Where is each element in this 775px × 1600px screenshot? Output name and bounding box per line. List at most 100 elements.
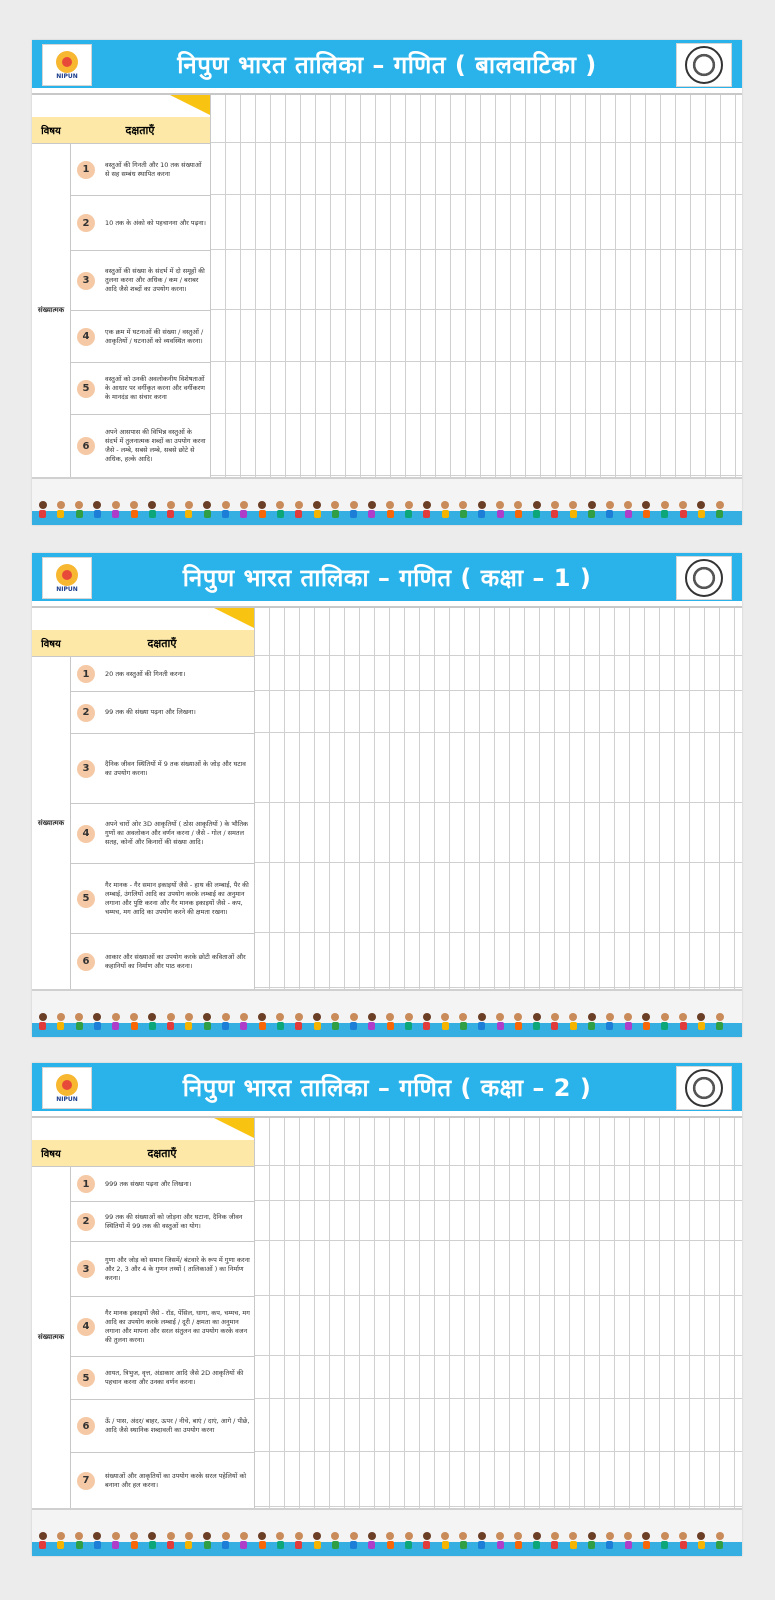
child-figure-icon bbox=[313, 501, 322, 519]
chart-sheet: NIPUN निपुण भारत तालिका – गणित ( कक्षा –… bbox=[32, 553, 742, 1037]
competency-row: 6 अपने आसपास की विभिन्न वस्तुओं के संदर्… bbox=[71, 415, 210, 477]
nipun-logo-icon: NIPUN bbox=[42, 44, 92, 86]
competency-text: दैनिक जीवन स्थितियों में 9 तक संख्याओं क… bbox=[105, 759, 246, 777]
child-figure-icon bbox=[386, 501, 395, 519]
child-figure-icon bbox=[313, 1532, 322, 1550]
child-figure-icon bbox=[276, 501, 285, 519]
row-number-badge: 2 bbox=[77, 703, 95, 722]
child-figure-icon bbox=[349, 1532, 358, 1550]
child-figure-icon bbox=[587, 501, 596, 519]
competency-text: गुणा और जोड़ को समान जिसमें/ बंटवारे के … bbox=[105, 1255, 250, 1282]
child-figure-icon bbox=[294, 1013, 303, 1031]
competency-text: अपने चारों ओर 3D आकृतियों ( ठोस आकृतियों… bbox=[105, 820, 249, 846]
sheet-header: NIPUN निपुण भारत तालिका – गणित ( बालवाटि… bbox=[32, 40, 742, 88]
child-figure-icon bbox=[514, 1532, 523, 1550]
corner-triangle-icon bbox=[32, 95, 210, 117]
competency-text: 99 तक की संख्या पढ़ना और लिखना। bbox=[105, 708, 196, 716]
child-figure-icon bbox=[166, 501, 175, 519]
competency-row: 4 अपने चारों ओर 3D आकृतियों ( ठोस आकृतिय… bbox=[71, 804, 254, 864]
subject-header: विषय bbox=[41, 126, 61, 137]
child-figure-icon bbox=[38, 1013, 47, 1031]
child-figure-icon bbox=[221, 1013, 230, 1031]
child-figure-icon bbox=[258, 1013, 267, 1031]
competency-row: 4 एक क्रम में घटनाओं की संख्या / वस्तुओं… bbox=[71, 311, 210, 363]
child-figure-icon bbox=[679, 1013, 688, 1031]
row-number-badge: 7 bbox=[77, 1471, 95, 1490]
child-figure-icon bbox=[679, 1532, 688, 1550]
child-figure-icon bbox=[679, 501, 688, 519]
row-number-badge: 2 bbox=[77, 1212, 95, 1231]
child-figure-icon bbox=[605, 1013, 614, 1031]
child-figure-icon bbox=[386, 1013, 395, 1031]
competency-table: विषय दक्षताएँ संख्यात्मक 1 वस्तुओं की गि… bbox=[32, 93, 742, 477]
chart-sheet: NIPUN निपुण भारत तालिका – गणित ( कक्षा –… bbox=[32, 1063, 742, 1556]
child-figure-icon bbox=[422, 1532, 431, 1550]
competency-row: 6 ऊँ / पास, अंदर/ बाहर, ऊपर / नीचे, बाएं… bbox=[71, 1400, 254, 1453]
child-figure-icon bbox=[148, 1532, 157, 1550]
row-number-badge: 6 bbox=[77, 1417, 95, 1435]
competency-row: 3 गुणा और जोड़ को समान जिसमें/ बंटवारे क… bbox=[71, 1242, 254, 1297]
competency-row: 1 20 तक वस्तुओं की गिनती करना। bbox=[71, 657, 254, 692]
corner-triangle-icon bbox=[32, 608, 254, 630]
child-figure-icon bbox=[514, 1013, 523, 1031]
competency-text: अपने आसपास की विभिन्न वस्तुओं के संदर्भ … bbox=[105, 428, 206, 463]
child-figure-icon bbox=[496, 501, 505, 519]
child-figure-icon bbox=[294, 501, 303, 519]
row-number-badge: 3 bbox=[77, 759, 95, 778]
table-header: विषय दक्षताएँ bbox=[32, 1140, 254, 1167]
child-figure-icon bbox=[715, 1013, 724, 1031]
child-figure-icon bbox=[184, 1532, 193, 1550]
nipun-logo-icon: NIPUN bbox=[42, 557, 92, 599]
child-figure-icon bbox=[367, 501, 376, 519]
child-figure-icon bbox=[441, 1532, 450, 1550]
logo-text: NIPUN bbox=[56, 72, 78, 80]
child-figure-icon bbox=[550, 1013, 559, 1031]
child-figure-icon bbox=[715, 1532, 724, 1550]
sheet-title: निपुण भारत तालिका – गणित ( बालवाटिका ) bbox=[177, 50, 597, 79]
subject-header: विषय bbox=[41, 1149, 61, 1160]
row-number-badge: 4 bbox=[77, 1317, 95, 1336]
competency-row: 2 99 तक की संख्या पढ़ना और लिखना। bbox=[71, 692, 254, 734]
child-figure-icon bbox=[258, 1532, 267, 1550]
child-figure-icon bbox=[93, 501, 102, 519]
child-figure-icon bbox=[166, 1013, 175, 1031]
child-figure-icon bbox=[477, 501, 486, 519]
child-figure-icon bbox=[75, 501, 84, 519]
sheet-title: निपुण भारत तालिका – गणित ( कक्षा – 2 ) bbox=[182, 1073, 592, 1102]
child-figure-icon bbox=[239, 1013, 248, 1031]
child-figure-icon bbox=[184, 1013, 193, 1031]
competency-row: 5 गैर मानक - गैर समान इकाइयों जैसे - हाथ… bbox=[71, 864, 254, 934]
child-figure-icon bbox=[331, 1013, 340, 1031]
row-number-badge: 6 bbox=[77, 952, 95, 971]
competency-header: दक्षताएँ bbox=[125, 123, 155, 137]
child-figure-icon bbox=[331, 1532, 340, 1550]
sheet-title: निपुण भारत तालिका – गणित ( कक्षा – 1 ) bbox=[182, 563, 592, 592]
child-figure-icon bbox=[38, 501, 47, 519]
child-figure-icon bbox=[496, 1013, 505, 1031]
competency-table: विषय दक्षताएँ संख्यात्मक 1 20 तक वस्तुओं… bbox=[32, 606, 742, 989]
competency-text: आकार और संख्याओं का उपयोग करके छोटी कवित… bbox=[105, 952, 246, 970]
row-number-badge: 3 bbox=[77, 271, 95, 290]
competency-header: दक्षताएँ bbox=[147, 636, 177, 650]
competency-row: 5 वस्तुओं को उनकी अवलोकनीय विशेषताओं के … bbox=[71, 363, 210, 415]
child-figure-icon bbox=[221, 501, 230, 519]
child-figure-icon bbox=[605, 1532, 614, 1550]
competency-row: 2 99 तक की संख्याओं को जोड़ना और घटाना, … bbox=[71, 1202, 254, 1242]
row-number-badge: 5 bbox=[77, 379, 95, 398]
competency-text: एक क्रम में घटनाओं की संख्या / वस्तुओं /… bbox=[105, 327, 204, 345]
competency-text: आयत, त्रिभुज, वृत्त, अंडाकार आदि जैसे 2D… bbox=[105, 1369, 244, 1386]
state-seal-icon bbox=[676, 1066, 732, 1110]
child-figure-icon bbox=[477, 1532, 486, 1550]
chart-sheet: NIPUN निपुण भारत तालिका – गणित ( बालवाटि… bbox=[32, 40, 742, 525]
row-number-badge: 1 bbox=[77, 160, 95, 179]
subject-header: विषय bbox=[41, 639, 61, 650]
subject-label: संख्यात्मक bbox=[32, 144, 71, 477]
child-figure-icon bbox=[697, 1013, 706, 1031]
child-figure-icon bbox=[276, 1532, 285, 1550]
competency-text: वस्तुओं को उनकी अवलोकनीय विशेषताओं के आध… bbox=[105, 375, 205, 401]
competency-row: 6 आकार और संख्याओं का उपयोग करके छोटी कव… bbox=[71, 934, 254, 989]
child-figure-icon bbox=[111, 501, 120, 519]
competency-row: 7 संख्याओं और आकृतियों का उपयोग करके सरल… bbox=[71, 1453, 254, 1508]
tracking-grid bbox=[210, 95, 742, 477]
subject-label: संख्यात्मक bbox=[32, 1167, 71, 1508]
